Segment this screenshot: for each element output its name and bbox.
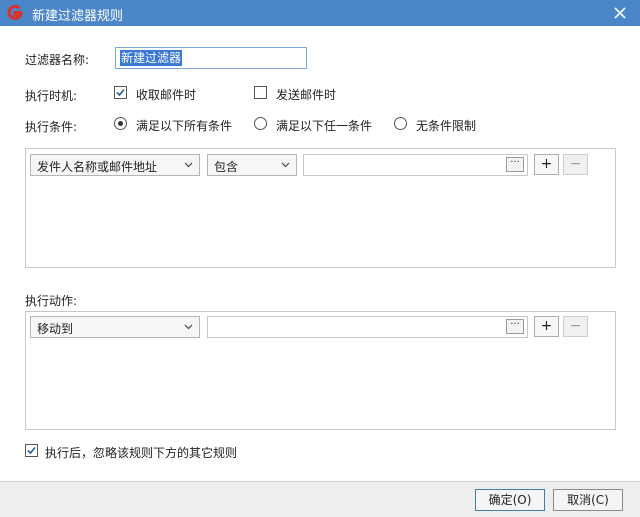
title-bar: 新建过滤器规则 (0, 0, 640, 26)
chevron-down-icon (184, 324, 193, 330)
close-icon[interactable] (610, 3, 630, 23)
condition-value-input[interactable] (303, 154, 528, 176)
remove-action-button[interactable]: − (563, 316, 588, 337)
condition-field-select[interactable]: 发件人名称或邮件地址 (30, 154, 200, 176)
radio-selected-dot (118, 121, 123, 126)
filter-name-input[interactable]: 新建过滤器 (115, 47, 307, 69)
send-checkbox[interactable] (254, 86, 267, 99)
condition-operator-select[interactable]: 包含 (207, 154, 297, 176)
timing-label: 执行时机: (25, 89, 78, 103)
radio-any-condition[interactable] (254, 117, 267, 130)
chevron-down-icon (184, 162, 193, 168)
filter-name-value: 新建过滤器 (120, 50, 183, 66)
radio-none-label: 无条件限制 (416, 119, 477, 133)
add-action-button[interactable]: + (534, 316, 559, 337)
condition-label: 执行条件: (25, 120, 78, 134)
condition-operator-value: 包含 (214, 160, 239, 174)
remove-condition-button[interactable]: − (563, 154, 588, 175)
app-logo-icon (7, 4, 23, 20)
send-label: 发送邮件时 (276, 88, 337, 102)
window-title: 新建过滤器规则 (32, 9, 124, 24)
checkmark-icon (116, 88, 125, 97)
actions-label: 执行动作: (25, 294, 78, 308)
ignore-rules-label: 执行后，忽略该规则下方的其它规则 (45, 446, 238, 460)
action-type-value: 移动到 (37, 322, 74, 336)
receive-checkbox[interactable] (114, 86, 127, 99)
action-target-input[interactable] (207, 316, 528, 338)
dialog-footer: 确定(O) 取消(C) (0, 481, 640, 517)
radio-any-label: 满足以下任一条件 (276, 119, 373, 133)
action-browse-button[interactable]: ··· (506, 319, 524, 334)
radio-all-label: 满足以下所有条件 (136, 119, 233, 133)
chevron-down-icon (281, 162, 290, 168)
radio-all-conditions[interactable] (114, 117, 127, 130)
ignore-rules-checkbox[interactable] (25, 444, 38, 457)
filter-name-label: 过滤器名称: (25, 53, 90, 67)
checkmark-icon (27, 446, 36, 455)
radio-no-condition[interactable] (394, 117, 407, 130)
receive-label: 收取邮件时 (136, 88, 197, 102)
ok-button[interactable]: 确定(O) (475, 489, 545, 511)
condition-field-value: 发件人名称或邮件地址 (37, 160, 158, 174)
condition-browse-button[interactable]: ··· (506, 157, 524, 172)
add-condition-button[interactable]: + (534, 154, 559, 175)
action-type-select[interactable]: 移动到 (30, 316, 200, 338)
cancel-button[interactable]: 取消(C) (553, 489, 623, 511)
